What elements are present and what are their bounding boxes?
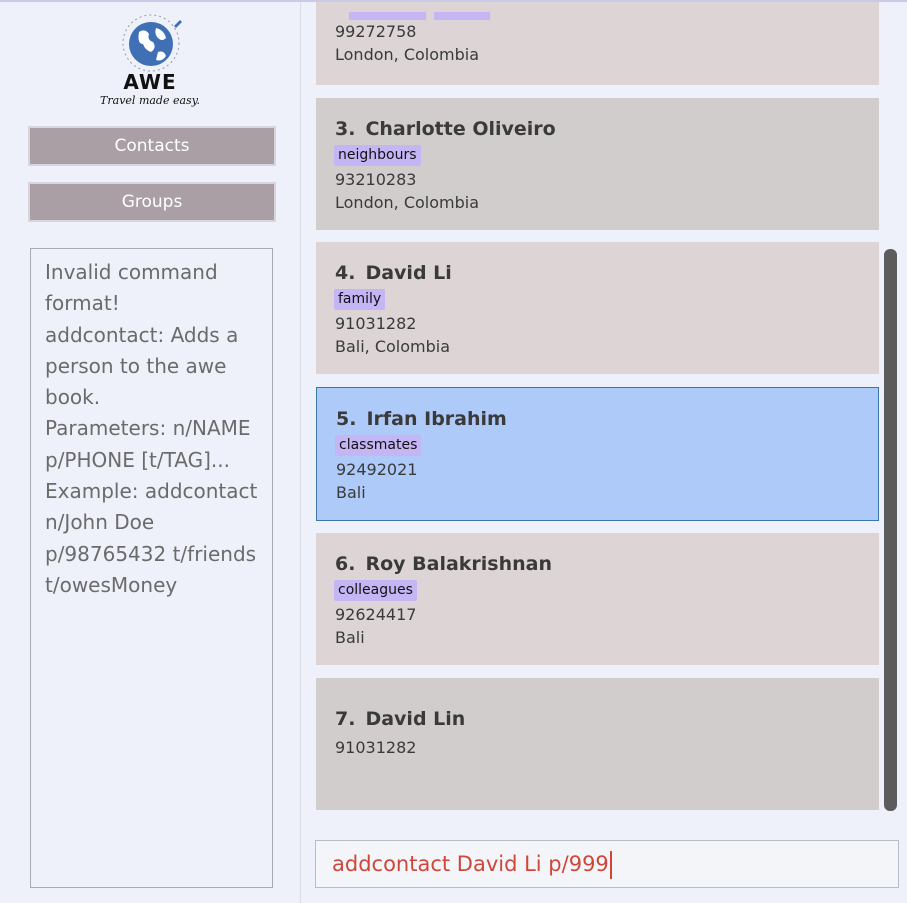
contact-index: 5.	[336, 408, 357, 430]
contact-name-text: David Lin	[365, 708, 466, 730]
contact-name: 3. Charlotte Oliveiro	[335, 118, 556, 140]
contact-index: 6.	[335, 553, 356, 575]
contact-name: 6. Roy Balakrishnan	[335, 553, 552, 575]
contact-list[interactable]: 99272758 London, Colombia 3. Charlotte Ol…	[302, 2, 907, 822]
contact-index: 7.	[335, 708, 356, 730]
groups-button[interactable]: Groups	[28, 182, 276, 222]
contact-card[interactable]: 99272758 London, Colombia	[316, 2, 879, 85]
tag-chip: classmates	[335, 435, 422, 456]
contact-address: Bali	[336, 483, 366, 502]
contact-phone: 91031282	[335, 314, 417, 333]
contact-address: London, Colombia	[335, 45, 480, 64]
tag-chip: family	[334, 289, 386, 310]
contact-index: 4.	[335, 262, 356, 284]
contact-name: 5. Irfan Ibrahim	[336, 408, 507, 430]
contact-phone: 93210283	[335, 170, 417, 189]
contact-card-selected[interactable]: 5. Irfan Ibrahim classmates 92492021 Bali	[316, 387, 879, 521]
globe-icon	[122, 14, 182, 72]
contact-card[interactable]: 4. David Li family 91031282 Bali, Colombi…	[316, 242, 879, 374]
logo-tagline: Travel made easy.	[100, 94, 200, 107]
tag-chip: neighbours	[334, 145, 421, 166]
contacts-button[interactable]: Contacts	[28, 126, 276, 166]
command-input-text: addcontact David Li p/999	[332, 852, 609, 876]
contact-name-text: Charlotte Oliveiro	[365, 118, 556, 140]
contact-index: 3.	[335, 118, 356, 140]
contact-address: London, Colombia	[335, 193, 480, 212]
contact-name-text: David Li	[365, 262, 452, 284]
command-input[interactable]: addcontact David Li p/999	[315, 840, 899, 888]
logo-text: AWE	[123, 70, 177, 94]
contact-name: 4. David Li	[335, 262, 452, 284]
contact-address: Bali	[335, 628, 365, 647]
result-display: Invalid command format! addcontact: Adds…	[30, 248, 273, 888]
sidebar: AWE Travel made easy. Contacts Groups In…	[0, 2, 301, 903]
contact-phone: 92492021	[336, 460, 418, 479]
contact-card[interactable]: 7. David Lin 91031282	[316, 678, 879, 810]
tag-chip: colleagues	[334, 580, 417, 601]
tag-chip	[349, 12, 426, 20]
contact-name-text: Roy Balakrishnan	[365, 553, 553, 575]
contact-phone: 92624417	[335, 605, 417, 624]
contact-address: Bali, Colombia	[335, 337, 451, 356]
list-scrollbar[interactable]	[884, 249, 897, 811]
contact-name: 7. David Lin	[335, 708, 465, 730]
app-logo: AWE Travel made easy.	[94, 14, 206, 114]
contact-card[interactable]: 3. Charlotte Oliveiro neighbours 93210283…	[316, 98, 879, 230]
contact-phone: 91031282	[335, 738, 417, 757]
contact-card[interactable]: 6. Roy Balakrishnan colleagues 92624417 B…	[316, 533, 879, 665]
text-caret	[609, 851, 612, 879]
contact-name-text: Irfan Ibrahim	[366, 408, 507, 430]
tag-chip	[434, 12, 490, 20]
contact-phone: 99272758	[335, 22, 417, 41]
